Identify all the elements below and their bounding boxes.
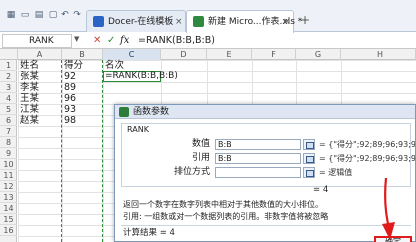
dialog-app-icon — [119, 107, 129, 117]
column-header-g[interactable]: G — [296, 49, 341, 60]
cell-a2[interactable]: 张某 — [18, 71, 39, 82]
arg-label-ref: 引用 — [191, 153, 210, 163]
row-header[interactable]: 14 — [0, 203, 17, 214]
arg-result: = {"得分";92;89;96;93;98;0;0 — [319, 140, 415, 149]
dialog-title-bar[interactable]: 函数参数 — [115, 105, 415, 119]
cell-c1[interactable]: 名次 — [103, 60, 124, 71]
close-icon[interactable]: × — [175, 16, 183, 28]
collapse-dialog-icon[interactable] — [303, 153, 315, 164]
column-header-h[interactable]: H — [341, 49, 416, 60]
row-header[interactable]: 16 — [0, 225, 17, 236]
function-description: 返回一个数字在数字列表中相对于其他数值的大小排位。 — [123, 200, 323, 209]
cell-b1[interactable]: 得分 — [62, 60, 83, 71]
formula-bar: RANK ▼ ✕ ✓ fx =RANK(B:B,B:B) — [0, 33, 416, 49]
select-all-corner[interactable] — [0, 49, 18, 60]
save-icon[interactable]: ▭ — [20, 10, 30, 20]
row-header[interactable]: 15 — [0, 214, 17, 225]
row-header[interactable]: 8 — [0, 137, 17, 148]
fx-icon[interactable]: fx — [120, 34, 129, 48]
cell-a1[interactable]: 姓名 — [18, 60, 39, 71]
arg-label-number: 数值 — [191, 139, 210, 149]
cell-b2[interactable]: 92 — [62, 71, 76, 82]
tab-workbook[interactable]: 新建 Micro...作表.xls * × — [186, 10, 302, 33]
column-header-b[interactable]: B — [62, 49, 103, 60]
column-header-e[interactable]: E — [207, 49, 252, 60]
row-header[interactable]: 13 — [0, 192, 17, 203]
docer-icon — [93, 16, 104, 27]
row-header[interactable]: 10 — [0, 159, 17, 170]
preview-icon[interactable]: ▢ — [48, 10, 58, 20]
redo-icon[interactable]: ↷ — [72, 10, 82, 20]
cell-b4[interactable]: 96 — [62, 93, 76, 104]
function-arguments-dialog: 函数参数 RANK 数值 B:B = {"得分";92;89;96;93;98;… — [114, 104, 416, 242]
gridline — [103, 60, 104, 242]
cell-b6[interactable]: 98 — [62, 115, 76, 126]
cell-b5[interactable]: 93 — [62, 104, 76, 115]
print-icon[interactable]: ▤ — [34, 10, 44, 20]
cell-a3[interactable]: 李某 — [18, 82, 39, 93]
arg-result: = 逻辑值 — [319, 168, 353, 177]
arg-label-order: 排位方式 — [173, 167, 210, 177]
cell-a5[interactable]: 江某 — [18, 104, 39, 115]
column-header-a[interactable]: A — [18, 49, 62, 60]
tab-docer[interactable]: Docer-在线模板 × — [86, 10, 186, 32]
column-header-d[interactable]: D — [161, 49, 207, 60]
calculation-result: 计算结果 = 4 — [123, 228, 175, 238]
dialog-title: 函数参数 — [133, 107, 170, 117]
row-header[interactable]: 12 — [0, 181, 17, 192]
column-header-f[interactable]: F — [252, 49, 296, 60]
row-header[interactable]: 2 — [0, 71, 17, 82]
spreadsheet-icon — [193, 16, 204, 27]
row-header[interactable]: 5 — [0, 104, 17, 115]
arg-result: = {"得分";92;89;96;93;98;0;0 — [319, 154, 415, 163]
tab-label: Docer-在线模板 — [108, 17, 174, 27]
row-header[interactable]: 9 — [0, 148, 17, 159]
red-arrow-annotation-icon — [382, 178, 395, 240]
ref-field[interactable]: B:B — [215, 153, 301, 164]
row-header[interactable]: 4 — [0, 93, 17, 104]
row-header[interactable]: 7 — [0, 126, 17, 137]
row-header[interactable]: 11 — [0, 170, 17, 181]
row-headers: 1 2 3 4 5 6 7 8 9 10 11 12 13 14 15 16 — [0, 60, 17, 242]
divider — [121, 225, 411, 226]
formula-result: = 4 — [313, 185, 329, 195]
row-header[interactable]: 1 — [0, 60, 17, 71]
number-field[interactable]: B:B — [215, 139, 301, 150]
new-tab-button[interactable]: + — [299, 13, 311, 27]
wps-logo-icon[interactable]: ▦ — [6, 10, 16, 20]
cell-b3[interactable]: 89 — [62, 82, 76, 93]
formula-input[interactable]: =RANK(B:B,B:B) — [136, 34, 414, 48]
row-header[interactable]: 6 — [0, 115, 17, 126]
cell-a4[interactable]: 王某 — [18, 93, 39, 104]
function-name: RANK — [125, 125, 151, 135]
cell-a6[interactable]: 赵某 — [18, 115, 39, 126]
close-icon[interactable]: × — [283, 16, 291, 28]
collapse-dialog-icon[interactable] — [303, 139, 315, 150]
column-header-c[interactable]: C — [103, 49, 161, 60]
chevron-down-icon[interactable]: ▼ — [74, 35, 79, 43]
undo-icon[interactable]: ↶ — [60, 10, 70, 20]
name-box[interactable]: RANK — [2, 34, 72, 48]
check-icon[interactable]: ✓ — [107, 34, 115, 48]
cell-c2[interactable]: =RANK(B:B,B:B) — [103, 71, 178, 82]
order-field[interactable] — [215, 167, 301, 178]
column-headers: A B C D E F G H — [0, 49, 416, 60]
argument-description: 引用: 一组数或对一个数据列表的引用。非数字值将被忽略 — [123, 212, 329, 221]
cancel-icon[interactable]: ✕ — [93, 34, 101, 48]
title-bar: ▦ ▭ ▤ ▢ ↶ ↷ Docer-在线模板 × 新建 Micro...作表.x… — [0, 0, 416, 33]
row-header[interactable]: 3 — [0, 82, 17, 93]
collapse-dialog-icon[interactable] — [303, 167, 315, 178]
